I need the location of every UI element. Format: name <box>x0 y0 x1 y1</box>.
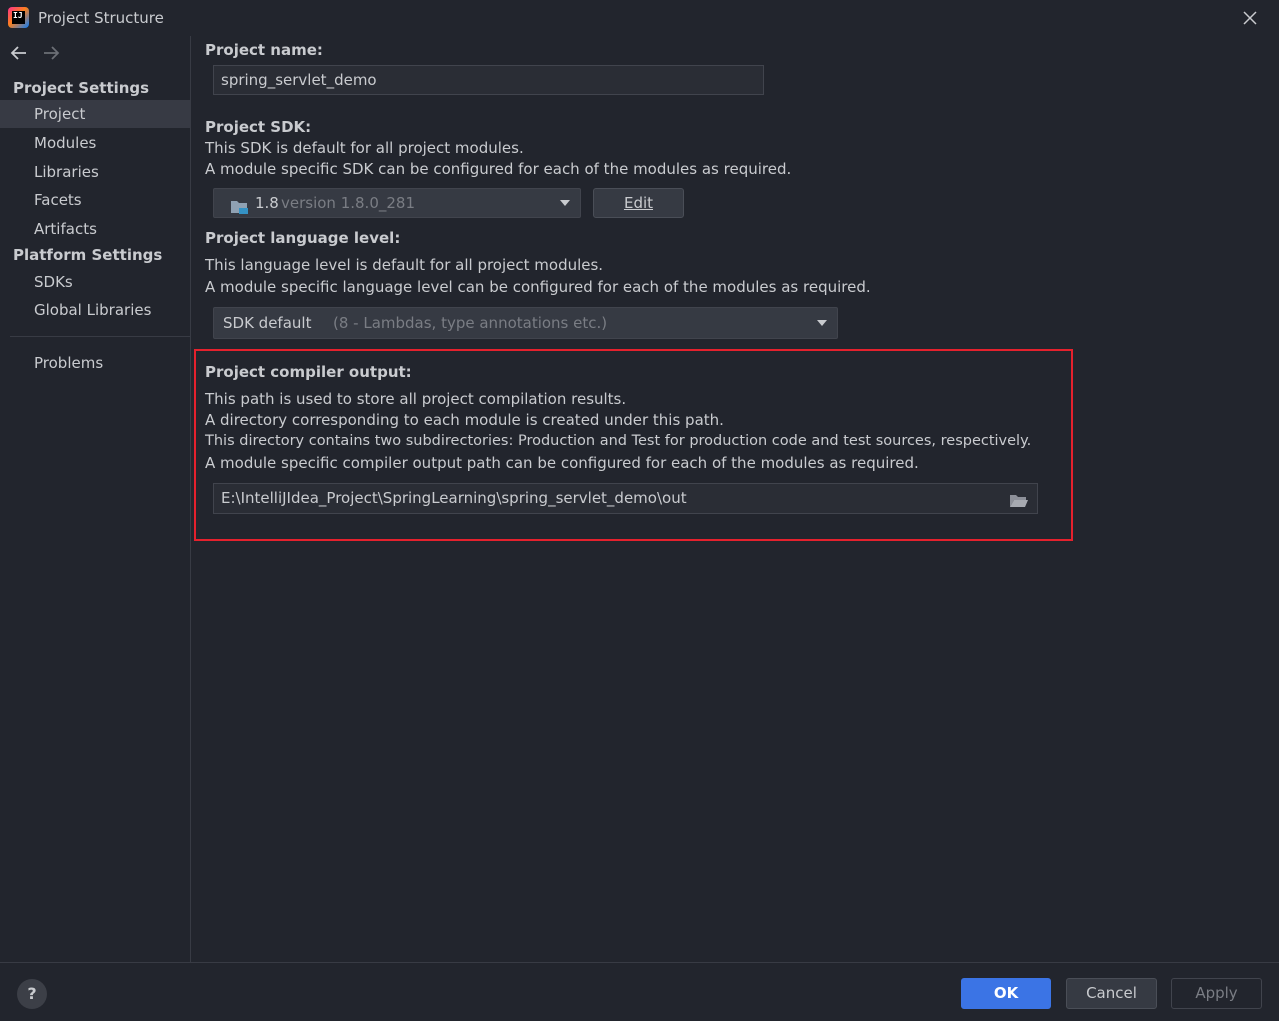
compiler-output-path-field[interactable]: E:\IntelliJIdea_Project\SpringLearning\s… <box>213 483 1038 514</box>
project-sdk-label: Project SDK: <box>205 118 312 136</box>
help-button[interactable]: ? <box>17 979 47 1009</box>
platform-settings-header: Platform Settings <box>13 246 163 264</box>
sidebar-item-sdks[interactable]: SDKs <box>0 268 190 296</box>
cancel-button[interactable]: Cancel <box>1066 978 1157 1009</box>
apply-button[interactable]: Apply <box>1171 978 1262 1009</box>
dialog-footer: ? OK Cancel Apply <box>0 962 1279 1021</box>
compiler-output-label: Project compiler output: <box>205 363 412 381</box>
compiler-output-desc-2: A directory corresponding to each module… <box>205 411 724 429</box>
title-bar: IJ Project Structure <box>0 0 1279 36</box>
sdk-folder-icon <box>230 196 250 214</box>
compiler-output-desc-3: This directory contains two subdirectori… <box>205 433 1032 449</box>
forward-arrow-icon[interactable] <box>40 42 62 64</box>
sidebar-item-facets[interactable]: Facets <box>0 186 190 214</box>
window-title: Project Structure <box>38 9 164 27</box>
close-icon[interactable] <box>1238 6 1262 30</box>
language-level-desc-1: This language level is default for all p… <box>205 256 604 274</box>
language-level-label: Project language level: <box>205 229 401 247</box>
edit-sdk-button[interactable]: Edit <box>593 188 684 218</box>
project-settings-panel: Project name: spring_servlet_demo Projec… <box>192 36 1279 962</box>
chevron-down-icon <box>817 320 827 326</box>
sdk-name: 1.8 <box>255 194 279 212</box>
sidebar: Project Settings Project Modules Librari… <box>0 36 191 962</box>
sdk-version: version 1.8.0_281 <box>281 194 416 212</box>
project-name-label: Project name: <box>205 41 323 59</box>
sidebar-item-artifacts[interactable]: Artifacts <box>0 215 190 243</box>
intellij-logo-icon: IJ <box>8 7 29 28</box>
project-sdk-dropdown[interactable]: 1.8 version 1.8.0_281 <box>213 188 581 218</box>
project-settings-header: Project Settings <box>13 79 150 97</box>
project-sdk-desc-1: This SDK is default for all project modu… <box>205 139 524 157</box>
sidebar-item-libraries[interactable]: Libraries <box>0 158 190 186</box>
compiler-output-desc-4: A module specific compiler output path c… <box>205 454 919 472</box>
project-name-field[interactable]: spring_servlet_demo <box>213 65 764 95</box>
language-level-desc-2: A module specific language level can be … <box>205 278 871 296</box>
language-level-dropdown[interactable]: SDK default (8 - Lambdas, type annotatio… <box>213 307 838 339</box>
sidebar-item-problems[interactable]: Problems <box>0 349 190 377</box>
language-level-detail: (8 - Lambdas, type annotations etc.) <box>333 314 608 332</box>
back-arrow-icon[interactable] <box>8 42 30 64</box>
project-sdk-desc-2: A module specific SDK can be configured … <box>205 160 792 178</box>
language-level-name: SDK default <box>223 314 312 332</box>
compiler-output-desc-1: This path is used to store all project c… <box>205 390 627 408</box>
sidebar-item-global-libraries[interactable]: Global Libraries <box>0 296 190 324</box>
sidebar-item-project[interactable]: Project <box>0 100 190 128</box>
ok-button[interactable]: OK <box>961 978 1051 1009</box>
sidebar-item-modules[interactable]: Modules <box>0 129 190 157</box>
compiler-output-path: E:\IntelliJIdea_Project\SpringLearning\s… <box>221 489 687 507</box>
chevron-down-icon <box>560 200 570 206</box>
sidebar-divider <box>10 336 190 337</box>
browse-folder-icon[interactable] <box>1009 490 1029 507</box>
